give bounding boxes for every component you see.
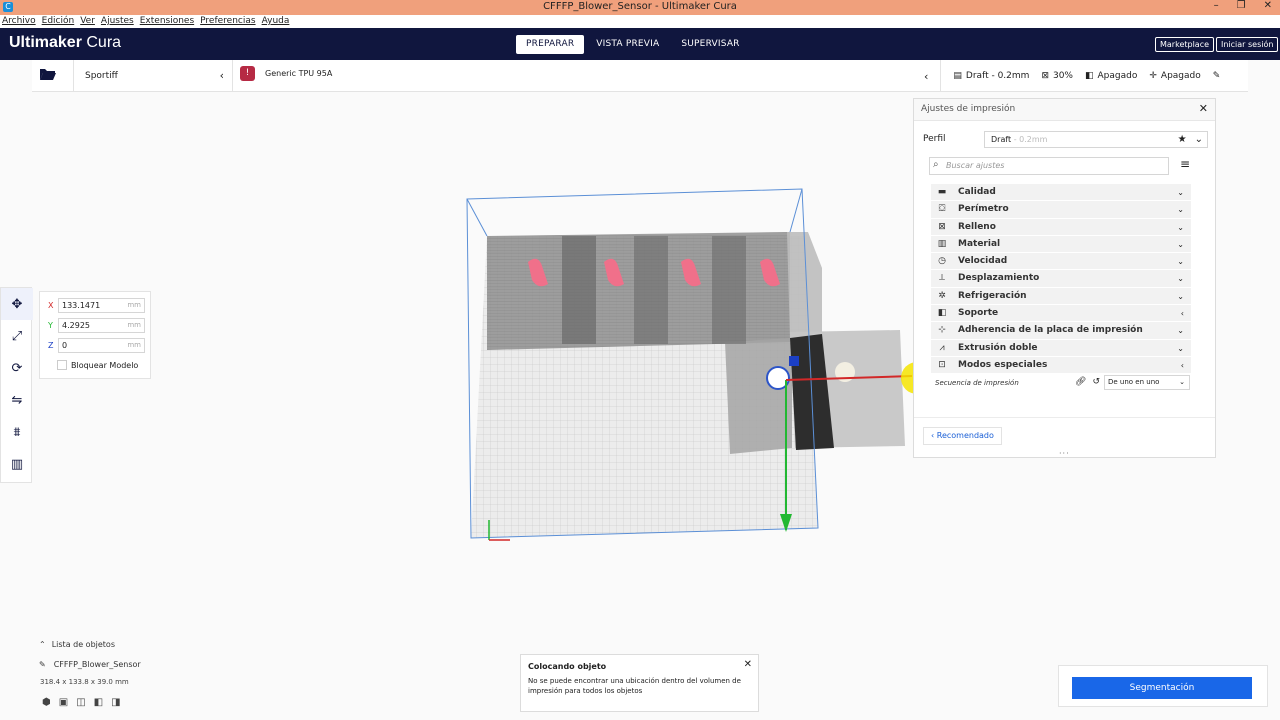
- recommended-button[interactable]: ‹ Recomendado: [923, 427, 1002, 445]
- edit-pencil-icon[interactable]: ✎: [1213, 71, 1221, 81]
- print-settings-panel: Ajustes de impresión ✕ Perfil Draft - 0.…: [913, 98, 1216, 458]
- support-summary: Apagado: [1097, 71, 1138, 81]
- message-title: Colocando objeto: [528, 662, 607, 671]
- object-dimensions: 318.4 x 133.8 x 39.0 mm: [40, 678, 129, 686]
- move-panel: X 133.1471 mm Y 4.2925 mm Z 0 mm Bloquear M…: [39, 291, 151, 379]
- move-tool-icon[interactable]: ✥: [1, 288, 33, 320]
- category-modos-especiales[interactable]: ⊡ Modos especiales ‹: [931, 356, 1191, 375]
- profile-dropdown[interactable]: Draft - 0.2mm ★ ⌄: [984, 131, 1208, 148]
- object-list-toggle[interactable]: ⌃ Lista de objetos: [39, 640, 159, 649]
- tool-panel: ✥ ⤢ ⟳ ⇋ ⩩ ▥: [0, 287, 33, 483]
- pencil-icon: ✎: [39, 660, 46, 669]
- search-icon: ⌕: [933, 159, 939, 170]
- scale-tool-icon[interactable]: ⤢: [1, 320, 33, 352]
- print-sequence-setting: Secuencia de impresión 🔗︎ ↺ De uno en uno…: [935, 375, 1193, 391]
- chevron-left-icon[interactable]: ‹: [924, 70, 928, 83]
- 3d-view-icon[interactable]: ⬢: [42, 697, 51, 708]
- category-refrigeracion[interactable]: ✲ Refrigeración ⌄: [931, 287, 1191, 306]
- reset-icon[interactable]: ↺: [1092, 377, 1100, 387]
- category-perimetro[interactable]: ⛋ Perímetro ⌄: [931, 201, 1191, 219]
- printer-selector[interactable]: Sportiff ‹: [73, 60, 233, 92]
- top-view-icon[interactable]: ◫: [76, 697, 85, 708]
- printer-name: Sportiff: [85, 71, 118, 81]
- divider: [914, 417, 1215, 418]
- category-material[interactable]: ▥ Material ⌄: [931, 235, 1191, 254]
- category-relleno[interactable]: ⊠ Relleno ⌄: [931, 218, 1191, 236]
- settings-menu-icon[interactable]: ≡: [1180, 157, 1190, 171]
- adhesion-summary: Apagado: [1160, 71, 1201, 81]
- y-axis-label: Y: [48, 321, 53, 330]
- print-sequence-label: Secuencia de impresión: [935, 379, 1019, 387]
- category-desplazamiento[interactable]: ⟂ Desplazamiento ⌄: [931, 270, 1191, 288]
- resize-grip-icon[interactable]: ···: [1059, 449, 1070, 458]
- search-settings-input[interactable]: ⌕ Buscar ajustes: [929, 157, 1169, 175]
- material-name: Generic TPU 95A: [265, 69, 333, 78]
- right-view-icon[interactable]: ◨: [111, 697, 120, 708]
- category-adherencia[interactable]: ⊹ Adherencia de la placa de impresión ⌄: [931, 322, 1191, 340]
- close-icon[interactable]: ✕: [1199, 102, 1208, 115]
- support-icon: ◧: [1085, 71, 1094, 81]
- z-axis-label: Z: [48, 341, 54, 350]
- placement-message: Colocando objeto ✕ No se puede encontrar…: [520, 654, 759, 712]
- extruder-badge-icon: !: [240, 66, 255, 81]
- lock-model-label: Bloquear Modelo: [71, 360, 139, 370]
- x-axis-label: X: [48, 301, 54, 310]
- category-soporte[interactable]: ◧ Soporte ‹: [931, 305, 1191, 323]
- category-calidad[interactable]: ▬ Calidad ⌄: [931, 184, 1191, 202]
- chevron-down-icon: ⌄: [1194, 134, 1203, 145]
- rotate-tool-icon[interactable]: ⟳: [1, 352, 33, 384]
- chevron-down-icon: ⌄: [1179, 378, 1185, 386]
- profile-summary: Draft - 0.2mm: [965, 71, 1030, 81]
- divider: [940, 60, 942, 92]
- z-axis-handle[interactable]: [789, 356, 799, 366]
- print-settings-summary[interactable]: ‹ ▤ Draft - 0.2mm ⊠ 30% ◧ Apagado ✛ Apagado …: [924, 60, 1248, 92]
- infill-summary: 30%: [1052, 71, 1073, 81]
- profile-label: Perfil: [923, 134, 946, 144]
- material-selector[interactable]: ! Generic TPU 95A: [240, 66, 332, 81]
- print-sequence-dropdown[interactable]: De uno en uno ⌄: [1104, 375, 1190, 390]
- per-model-settings-icon[interactable]: ⩩: [1, 416, 33, 448]
- infill-icon: ⊠: [1041, 71, 1049, 81]
- message-text: No se puede encontrar una ubicación dent…: [528, 677, 741, 695]
- z-field[interactable]: 0 mm: [58, 338, 145, 353]
- panel-title: Ajustes de impresión: [921, 104, 1016, 114]
- left-view-icon[interactable]: ◧: [94, 697, 103, 708]
- y-field[interactable]: 4.2925 mm: [58, 318, 145, 333]
- category-extrusion-doble[interactable]: ⩘ Extrusión doble ⌄: [931, 339, 1191, 357]
- open-file-icon[interactable]: [34, 62, 62, 90]
- link-icon[interactable]: 🔗︎: [1075, 377, 1086, 387]
- star-icon[interactable]: ★: [1178, 132, 1187, 147]
- panel-header: Ajustes de impresión ✕: [914, 99, 1215, 121]
- adhesion-icon: ✛: [1149, 71, 1157, 81]
- category-velocidad[interactable]: ◷ Velocidad ⌄: [931, 253, 1191, 271]
- support-blocker-icon[interactable]: ▥: [1, 448, 33, 480]
- profile-icon: ▤: [953, 71, 962, 81]
- slice-panel: Segmentación: [1058, 665, 1268, 707]
- object-name-row[interactable]: ✎ CFFFP_Blower_Sensor: [39, 660, 179, 669]
- front-view-icon[interactable]: ▣: [59, 697, 68, 708]
- x-field[interactable]: 133.1471 mm: [58, 298, 145, 313]
- chevron-up-icon: ⌃: [39, 640, 46, 649]
- close-icon[interactable]: ✕: [744, 659, 752, 670]
- mirror-tool-icon[interactable]: ⇋: [1, 384, 33, 416]
- slice-button[interactable]: Segmentación: [1072, 677, 1252, 699]
- view-orientation-buttons: ⬢ ▣ ◫ ◧ ◨: [42, 697, 121, 708]
- lock-model-checkbox[interactable]: [57, 360, 67, 370]
- chevron-left-icon: ‹: [219, 69, 224, 82]
- settings-categories: ▬ Calidad ⌄ ⛋ Perímetro ⌄ ⊠ Relleno ⌄ ▥ Materia…: [931, 184, 1191, 375]
